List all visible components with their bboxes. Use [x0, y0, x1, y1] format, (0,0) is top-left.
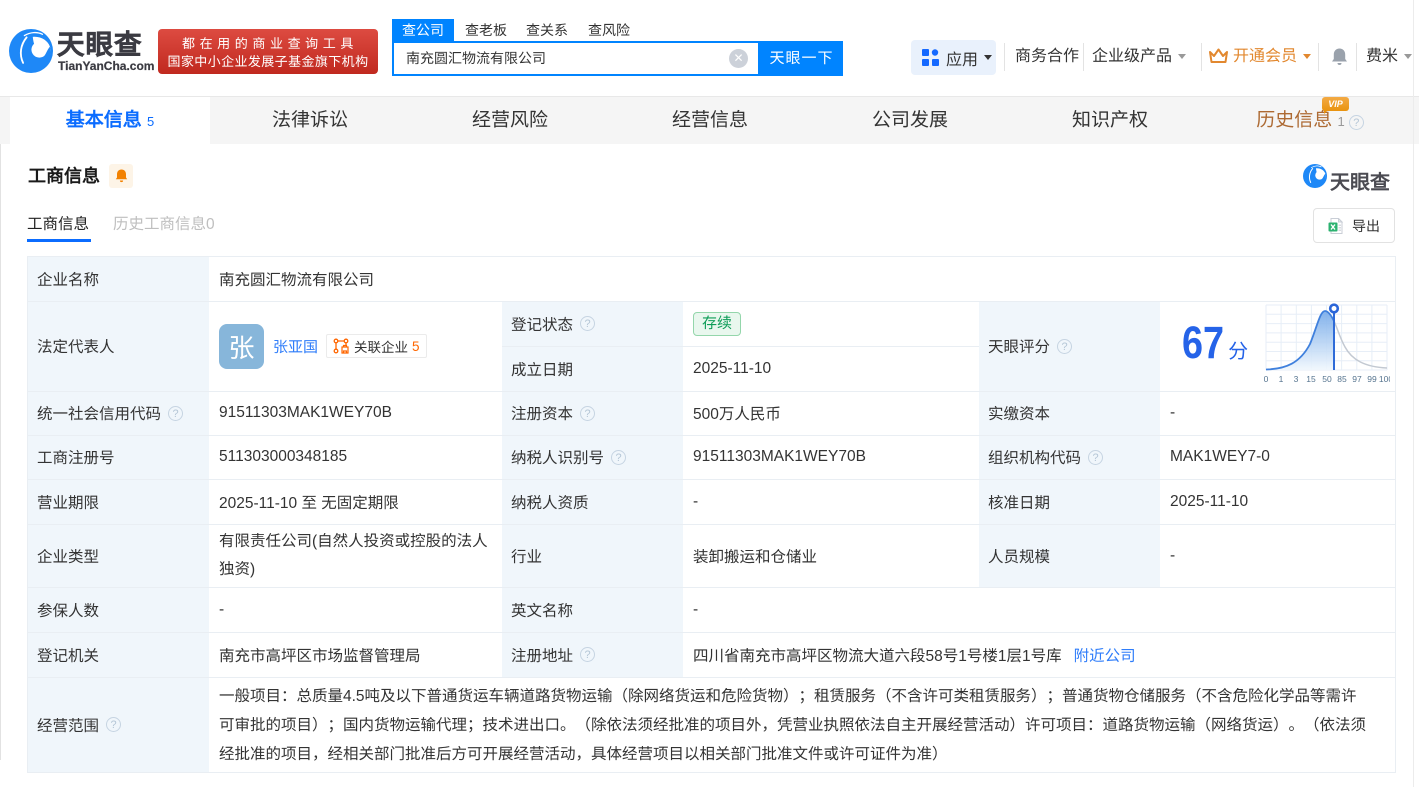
svg-text:85: 85	[1337, 374, 1347, 384]
svg-text:1: 1	[1279, 374, 1284, 384]
svg-text:99: 99	[1367, 374, 1377, 384]
svg-text:3: 3	[1294, 374, 1299, 384]
svg-text:100: 100	[1379, 374, 1390, 384]
svg-text:0: 0	[1264, 374, 1269, 384]
svg-text:15: 15	[1306, 374, 1316, 384]
svg-text:50: 50	[1322, 374, 1332, 384]
svg-text:97: 97	[1352, 374, 1362, 384]
